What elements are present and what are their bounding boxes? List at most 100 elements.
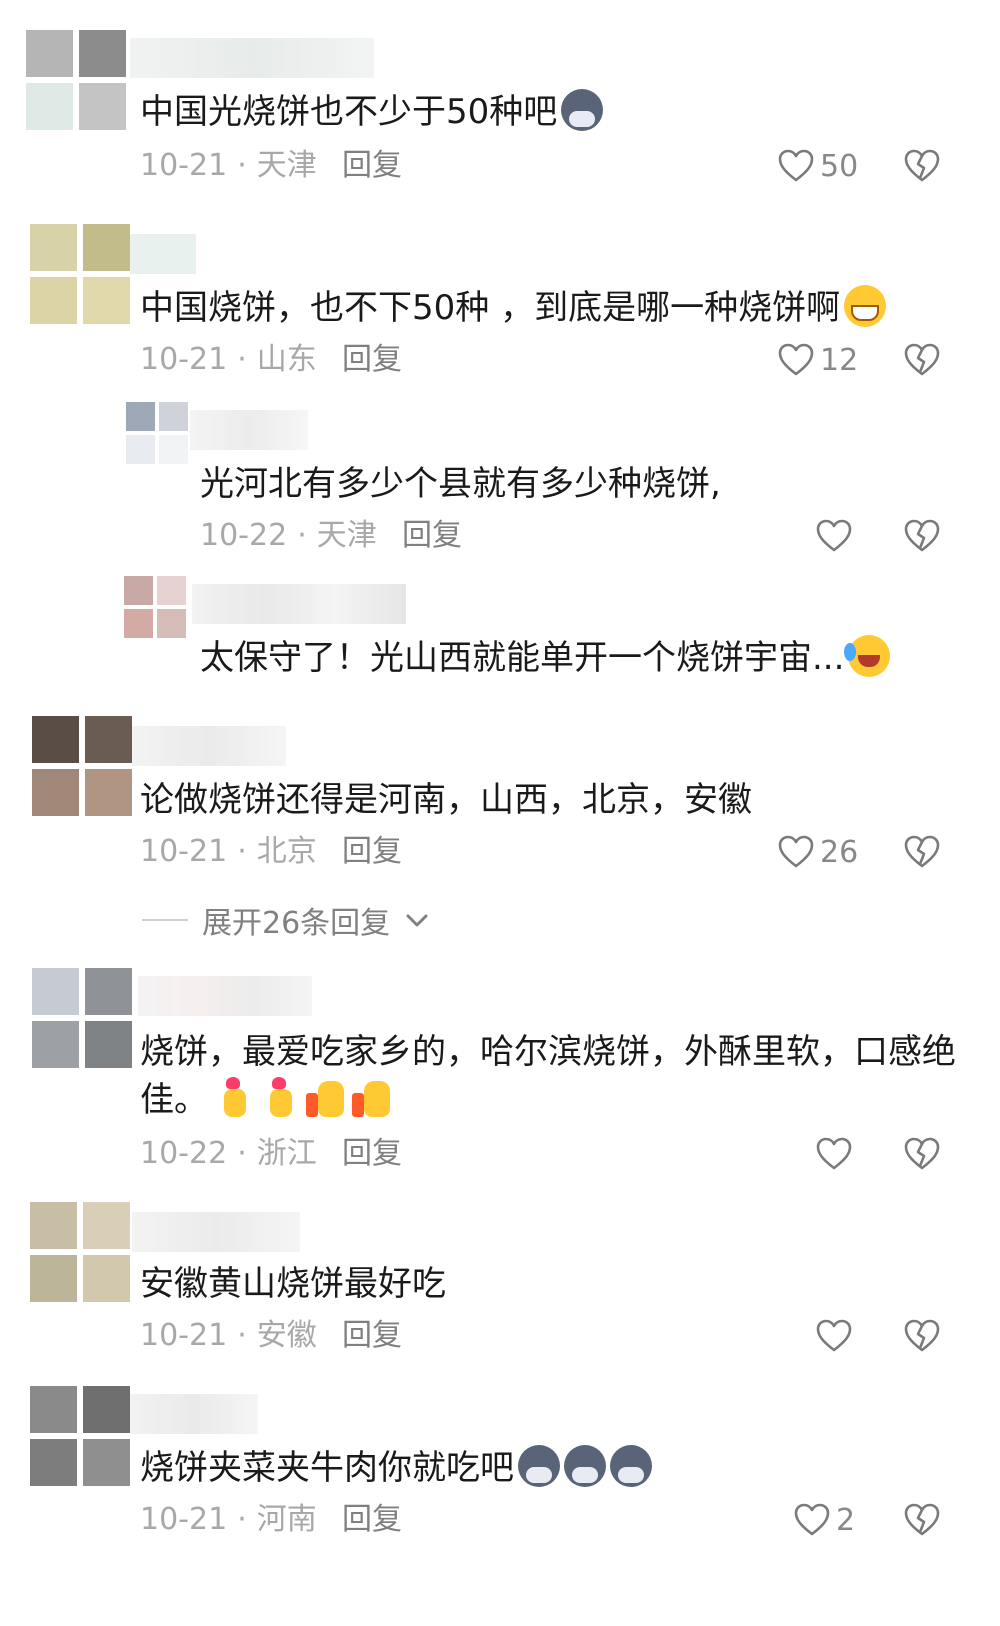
grin-emoji-icon	[844, 285, 887, 327]
reply-text: 光河北有多少个县就有多少种烧饼,	[200, 464, 721, 504]
wolf-emoji-icon	[610, 1445, 652, 1487]
broken-heart-icon[interactable]	[904, 148, 940, 184]
avatar-tile	[83, 1386, 130, 1433]
avatar-tile	[30, 1255, 77, 1302]
comment-meta: 10-21 · 山东	[140, 342, 317, 377]
like-button[interactable]	[816, 516, 852, 556]
comment-meta: 10-21 · 北京	[140, 834, 317, 869]
username-blurred[interactable]	[138, 976, 312, 1016]
like-button[interactable]: 2	[794, 1500, 855, 1540]
avatar-tile	[30, 1439, 77, 1486]
avatar[interactable]	[126, 402, 188, 464]
thumbs-up-emoji-icon	[350, 1077, 392, 1119]
reply-button[interactable]: 回复	[342, 1134, 402, 1174]
like-button[interactable]: 50	[778, 146, 858, 186]
avatar-tile	[30, 1202, 77, 1249]
broken-heart-icon[interactable]	[904, 1502, 940, 1538]
finger-heart-emoji-icon	[212, 1077, 254, 1119]
avatar[interactable]	[30, 1202, 130, 1302]
expand-replies-button[interactable]: 展开26条回复	[142, 898, 430, 942]
avatar[interactable]	[32, 968, 132, 1068]
avatar-tile	[32, 716, 79, 763]
username-blurred[interactable]	[130, 1394, 258, 1434]
wolf-emoji-icon	[518, 1445, 560, 1487]
broken-heart-icon[interactable]	[904, 518, 940, 554]
like-count: 2	[836, 1502, 856, 1538]
like-button[interactable]	[816, 1316, 852, 1356]
avatar-tile	[30, 277, 77, 324]
avatar-tile	[32, 769, 79, 816]
heart-outline-icon	[816, 519, 852, 552]
like-count: 12	[820, 342, 859, 378]
avatar-tile	[159, 435, 188, 464]
username-blurred[interactable]	[190, 410, 308, 450]
wolf-emoji-icon	[564, 1445, 606, 1487]
avatar-tile	[124, 609, 153, 638]
broken-heart-icon[interactable]	[904, 1136, 940, 1172]
avatar-tile	[30, 224, 77, 271]
chevron-down-icon	[406, 914, 428, 927]
like-button[interactable]: 12	[778, 340, 858, 380]
comment-meta: 10-22 · 天津	[200, 518, 377, 553]
heart-outline-icon	[778, 835, 814, 868]
avatar[interactable]	[30, 224, 130, 324]
reply-button[interactable]: 回复	[342, 1500, 402, 1540]
avatar-tile	[126, 435, 155, 464]
broken-heart-icon[interactable]	[904, 834, 940, 870]
avatar-tile	[83, 1202, 130, 1249]
avatar-tile	[83, 1439, 130, 1486]
heart-outline-icon	[794, 1503, 830, 1536]
comment-text: 中国烧饼，也不下50种 ，到底是哪一种烧饼啊	[140, 282, 887, 334]
comment-text: 论做烧饼还得是河南，山西，北京，安徽	[140, 780, 752, 820]
avatar-tile	[79, 83, 126, 130]
avatar[interactable]	[30, 1386, 130, 1486]
avatar[interactable]	[26, 30, 126, 130]
heart-outline-icon	[778, 149, 814, 182]
avatar-tile	[83, 277, 130, 324]
like-button[interactable]: 26	[778, 832, 858, 872]
avatar-tile	[157, 609, 186, 638]
username-blurred[interactable]	[130, 38, 374, 78]
avatar-tile	[159, 402, 188, 431]
thumbs-up-emoji-icon	[304, 1077, 346, 1119]
like-count: 26	[820, 834, 859, 870]
avatar-tile	[32, 1021, 79, 1068]
reply-button[interactable]: 回复	[402, 516, 462, 556]
broken-heart-icon[interactable]	[904, 342, 940, 378]
comment-meta: 10-21 · 安徽	[140, 1318, 317, 1353]
finger-heart-emoji-icon	[258, 1077, 300, 1119]
username-blurred[interactable]	[130, 234, 196, 274]
comment-meta: 10-21 · 天津	[140, 148, 317, 183]
reply-text: 太保守了！光山西就能单开一个烧饼宇宙...	[200, 632, 891, 684]
avatar-tile	[85, 769, 132, 816]
comment-meta: 10-21 · 河南	[140, 1502, 317, 1537]
avatar-tile	[85, 1021, 132, 1068]
comment-meta: 10-22 · 浙江	[140, 1136, 317, 1171]
like-count: 50	[820, 148, 859, 184]
reply-button[interactable]: 回复	[342, 340, 402, 380]
broken-heart-icon[interactable]	[904, 1318, 940, 1354]
avatar-tile	[124, 576, 153, 605]
avatar-tile	[83, 1255, 130, 1302]
reply-button[interactable]: 回复	[342, 832, 402, 872]
reply-button[interactable]: 回复	[342, 1316, 402, 1356]
reply-button[interactable]: 回复	[342, 146, 402, 186]
heart-outline-icon	[778, 343, 814, 376]
username-blurred[interactable]	[132, 726, 286, 766]
avatar-tile	[79, 30, 126, 77]
comment-text-line2: 佳。	[140, 1074, 392, 1126]
comment-text: 中国光烧饼也不少于50种吧	[140, 86, 604, 138]
heart-outline-icon	[816, 1319, 852, 1352]
username-blurred[interactable]	[192, 584, 406, 624]
avatar[interactable]	[32, 716, 132, 816]
username-blurred[interactable]	[132, 1212, 300, 1252]
avatar-tile	[30, 1386, 77, 1433]
avatar-tile	[32, 968, 79, 1015]
avatar-tile	[26, 83, 73, 130]
avatar[interactable]	[124, 576, 186, 638]
avatar-tile	[126, 402, 155, 431]
comment-text: 安徽黄山烧饼最好吃	[140, 1264, 446, 1304]
wolf-emoji-icon	[561, 89, 604, 131]
like-button[interactable]	[816, 1134, 852, 1174]
heart-outline-icon	[816, 1137, 852, 1170]
